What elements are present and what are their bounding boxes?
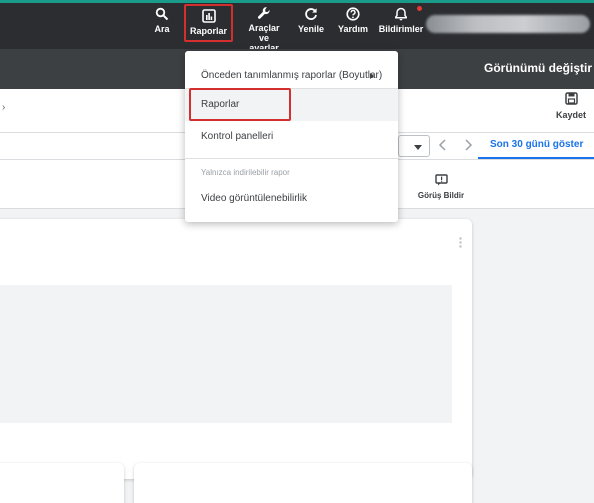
refresh-icon [304, 6, 318, 22]
bar-chart-icon [201, 8, 216, 24]
menu-item-predefined-reports[interactable]: Önceden tanımlanmış raporlar (Boyutlar) [185, 68, 398, 84]
notifications-label: Bildirimler [378, 24, 424, 34]
menu-item-dashboards-label: Kontrol panelleri [201, 131, 274, 142]
menu-item-video-viewability[interactable]: Video görüntülenebilirlik [185, 191, 398, 207]
help-label: Yardım [337, 24, 368, 34]
search-label: Ara [154, 24, 170, 34]
save-icon [564, 92, 578, 107]
menu-item-predefined-label: Önceden tanımlanmış raporlar (Boyutlar) [201, 70, 383, 81]
search-button[interactable]: Ara [149, 6, 175, 46]
menu-section-downloadable: Yalnızca indirilebilir rapor [201, 168, 290, 177]
refresh-button[interactable]: Yenile [294, 6, 328, 46]
arrow-right-icon [370, 73, 374, 79]
reports-dropdown-menu: Önceden tanımlanmış raporlar (Boyutlar) … [185, 51, 398, 222]
card-secondary-right [134, 463, 472, 503]
feedback-icon [434, 174, 448, 188]
tools-and-settings-button[interactable]: Araçlar ve ayarlar [243, 6, 285, 53]
account-info-redacted[interactable] [426, 15, 590, 33]
date-range-select[interactable] [398, 135, 430, 157]
annotation-highlight-box [189, 88, 291, 121]
menu-item-video-label: Video görüntülenebilirlik [201, 193, 307, 204]
help-button[interactable]: Yardım [334, 6, 372, 46]
notification-badge [417, 6, 422, 11]
breadcrumb-chevron: › [2, 102, 6, 113]
caret-down-icon [414, 145, 422, 150]
notifications-button[interactable]: Bildirimler [374, 6, 428, 46]
menu-divider [185, 158, 398, 159]
more-vert-icon[interactable] [459, 237, 462, 248]
tools-label-line1: Araçlar [248, 23, 280, 33]
page: Ara Raporlar Araçlar ve ayarlar Yenile Y… [0, 0, 594, 503]
chart-placeholder [0, 285, 452, 423]
wrench-icon [257, 6, 272, 21]
reports-label: Raporlar [189, 26, 227, 36]
menu-item-dashboards[interactable]: Kontrol panelleri [185, 129, 398, 145]
feedback-button[interactable]: Görüş Bildir [414, 174, 468, 200]
chevron-left-icon[interactable] [435, 136, 451, 154]
refresh-label: Yenile [297, 24, 324, 34]
show-last-30-days-link[interactable]: Son 30 günü göster [490, 139, 583, 150]
search-icon [155, 6, 169, 22]
card-secondary-left [0, 463, 124, 503]
bell-icon [394, 6, 408, 22]
header-accent-strip [0, 0, 594, 3]
feedback-label: Görüş Bildir [417, 191, 465, 200]
help-icon [346, 6, 360, 22]
reports-button[interactable]: Raporlar [184, 4, 233, 42]
top-header: Ara Raporlar Araçlar ve ayarlar Yenile Y… [0, 0, 594, 53]
save-label: Kaydet [555, 110, 586, 120]
chevron-right-icon[interactable] [460, 136, 476, 154]
change-view-button[interactable]: Görünümü değiştir [484, 61, 592, 75]
save-button[interactable]: Kaydet [554, 92, 588, 120]
report-card [0, 219, 472, 479]
